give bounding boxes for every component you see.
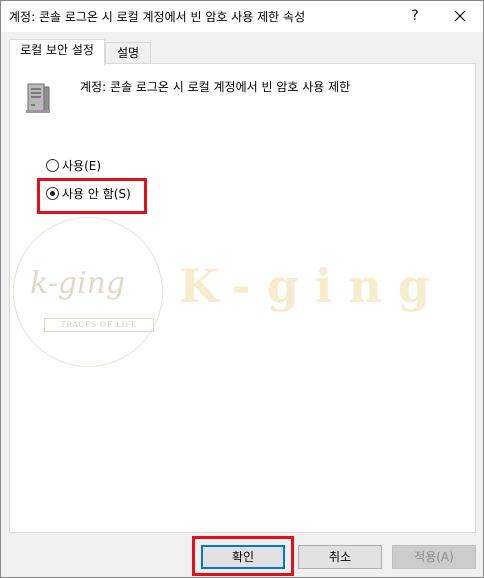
watermark-text: K-ging: [179, 259, 446, 313]
close-button[interactable]: [438, 1, 482, 32]
properties-dialog: 계정: 콘솔 로그온 시 로컬 계정에서 빈 암호 사용 제한 속성 ? 로컬 …: [0, 0, 484, 578]
radio-enable[interactable]: [46, 158, 59, 172]
cancel-button[interactable]: 취소: [298, 545, 382, 569]
tab-explain[interactable]: 설명: [105, 42, 151, 64]
watermark-tagline: TRACES OF LIFE: [44, 318, 154, 332]
help-button[interactable]: ?: [393, 1, 437, 32]
watermark-script: k-ging: [30, 266, 126, 301]
title-bar: 계정: 콘솔 로그온 시 로컬 계정에서 빈 암호 사용 제한 속성 ?: [1, 1, 483, 32]
policy-title: 계정: 콘솔 로그온 시 로컬 계정에서 빈 암호 사용 제한: [80, 80, 351, 94]
radio-enable-label: 사용(E): [62, 158, 102, 173]
window-title: 계정: 콘솔 로그온 시 로컬 계정에서 빈 암호 사용 제한 속성: [9, 10, 306, 24]
close-icon: [454, 10, 466, 22]
highlight-box-ok-button: [192, 536, 294, 576]
highlight-box-disable-option: [37, 178, 147, 214]
tab-local-security-setting[interactable]: 로컬 보안 설정: [9, 39, 105, 65]
radio-enable-option[interactable]: 사용(E): [46, 156, 101, 174]
watermark-badge: k-ging TRACES OF LIFE: [13, 217, 163, 367]
server-icon: [26, 83, 50, 113]
apply-button[interactable]: 적용(A): [392, 545, 476, 569]
